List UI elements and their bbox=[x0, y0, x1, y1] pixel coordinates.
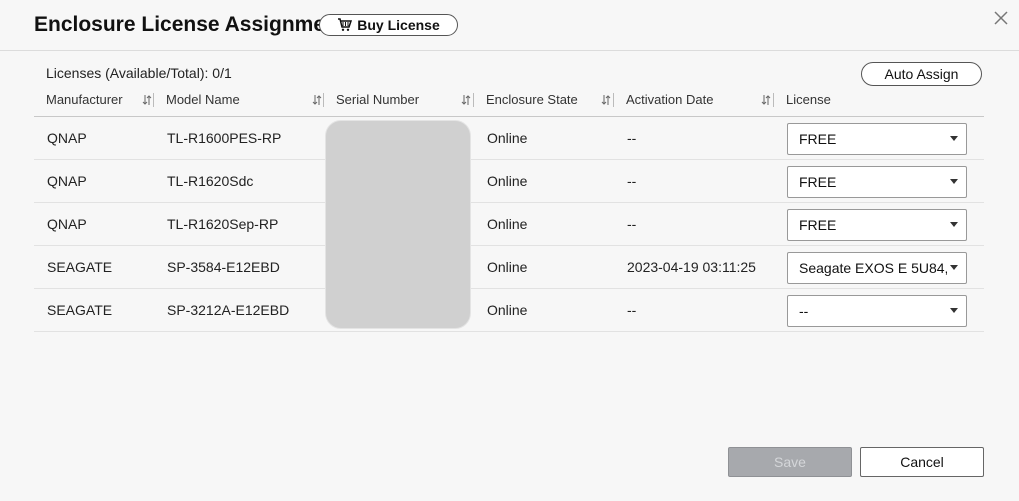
license-summary: Licenses (Available/Total): 0/1 bbox=[46, 65, 232, 81]
column-separator[interactable] bbox=[473, 93, 474, 107]
cell-model-name: TL-R1600PES-RP bbox=[167, 130, 282, 146]
table-row: QNAP TL-R1620Sep-RP Online -- FREE bbox=[34, 203, 984, 246]
cell-enclosure-state: Online bbox=[487, 173, 528, 189]
cell-model-name: TL-R1620Sdc bbox=[167, 173, 254, 189]
sort-icon[interactable] bbox=[461, 94, 471, 106]
column-header-model-name[interactable]: Model Name bbox=[166, 88, 240, 116]
chevron-down-icon bbox=[950, 308, 958, 313]
cell-enclosure-state: Online bbox=[487, 216, 528, 232]
column-header-license[interactable]: License bbox=[786, 88, 831, 116]
license-select-value: FREE bbox=[799, 174, 837, 190]
license-select-value: -- bbox=[799, 303, 809, 319]
chevron-down-icon bbox=[950, 265, 958, 270]
cell-manufacturer: SEAGATE bbox=[47, 302, 113, 318]
cell-model-name: SP-3212A-E12EBD bbox=[167, 302, 290, 318]
table-row: SEAGATE SP-3584-E12EBD Online 2023-04-19… bbox=[34, 246, 984, 289]
column-separator[interactable] bbox=[773, 93, 774, 107]
license-select[interactable]: -- bbox=[787, 295, 967, 327]
auto-assign-button[interactable]: Auto Assign bbox=[861, 62, 982, 86]
sort-icon[interactable] bbox=[761, 94, 771, 106]
license-select[interactable]: FREE bbox=[787, 209, 967, 241]
column-header-manufacturer[interactable]: Manufacturer bbox=[46, 88, 123, 116]
close-button[interactable] bbox=[991, 8, 1011, 28]
license-select-value: Seagate EXOS E 5U84, Q bbox=[799, 260, 947, 276]
license-select[interactable]: Seagate EXOS E 5U84, Q bbox=[787, 252, 967, 284]
chevron-down-icon bbox=[950, 136, 958, 141]
serial-number-redaction bbox=[325, 120, 471, 329]
cell-enclosure-state: Online bbox=[487, 302, 528, 318]
column-separator[interactable] bbox=[323, 93, 324, 107]
dialog-title: Enclosure License Assignment bbox=[34, 13, 345, 36]
close-icon bbox=[994, 11, 1008, 25]
column-header-serial-number[interactable]: Serial Number bbox=[336, 88, 419, 116]
cell-activation-date: -- bbox=[627, 173, 637, 189]
cell-manufacturer: SEAGATE bbox=[47, 259, 113, 275]
cell-activation-date: -- bbox=[627, 216, 637, 232]
buy-license-button[interactable]: Buy License bbox=[319, 14, 458, 36]
cell-enclosure-state: Online bbox=[487, 259, 528, 275]
cell-manufacturer: QNAP bbox=[47, 173, 87, 189]
license-select[interactable]: FREE bbox=[787, 123, 967, 155]
sort-icon[interactable] bbox=[601, 94, 611, 106]
cart-icon bbox=[338, 18, 353, 31]
column-header-activation-date[interactable]: Activation Date bbox=[626, 88, 713, 116]
license-select-value: FREE bbox=[799, 131, 837, 147]
chevron-down-icon bbox=[950, 222, 958, 227]
cell-model-name: SP-3584-E12EBD bbox=[167, 259, 280, 275]
column-header-enclosure-state[interactable]: Enclosure State bbox=[486, 88, 578, 116]
cell-manufacturer: QNAP bbox=[47, 130, 87, 146]
column-separator[interactable] bbox=[613, 93, 614, 107]
table-row: QNAP TL-R1600PES-RP Online -- FREE bbox=[34, 117, 984, 160]
save-button[interactable]: Save bbox=[728, 447, 852, 477]
buy-license-label: Buy License bbox=[357, 17, 440, 33]
license-summary-label: Licenses (Available/Total): bbox=[46, 65, 209, 81]
table-row: QNAP TL-R1620Sdc Online -- FREE bbox=[34, 160, 984, 203]
cancel-button[interactable]: Cancel bbox=[860, 447, 984, 477]
cell-activation-date: -- bbox=[627, 130, 637, 146]
sort-icon[interactable] bbox=[142, 94, 152, 106]
cell-activation-date: -- bbox=[627, 302, 637, 318]
table-header: Manufacturer Model Name Serial Number En… bbox=[34, 88, 984, 117]
chevron-down-icon bbox=[950, 179, 958, 184]
sort-icon[interactable] bbox=[312, 94, 322, 106]
dialog-header: Enclosure License Assignment Buy License bbox=[0, 0, 1019, 51]
table-row: SEAGATE SP-3212A-E12EBD Online -- -- bbox=[34, 289, 984, 332]
license-summary-value: 0/1 bbox=[212, 65, 232, 81]
cell-model-name: TL-R1620Sep-RP bbox=[167, 216, 279, 232]
cell-activation-date: 2023-04-19 03:11:25 bbox=[627, 259, 756, 275]
license-select[interactable]: FREE bbox=[787, 166, 967, 198]
license-select-value: FREE bbox=[799, 217, 837, 233]
cell-enclosure-state: Online bbox=[487, 130, 528, 146]
column-separator[interactable] bbox=[153, 93, 154, 107]
cell-manufacturer: QNAP bbox=[47, 216, 87, 232]
